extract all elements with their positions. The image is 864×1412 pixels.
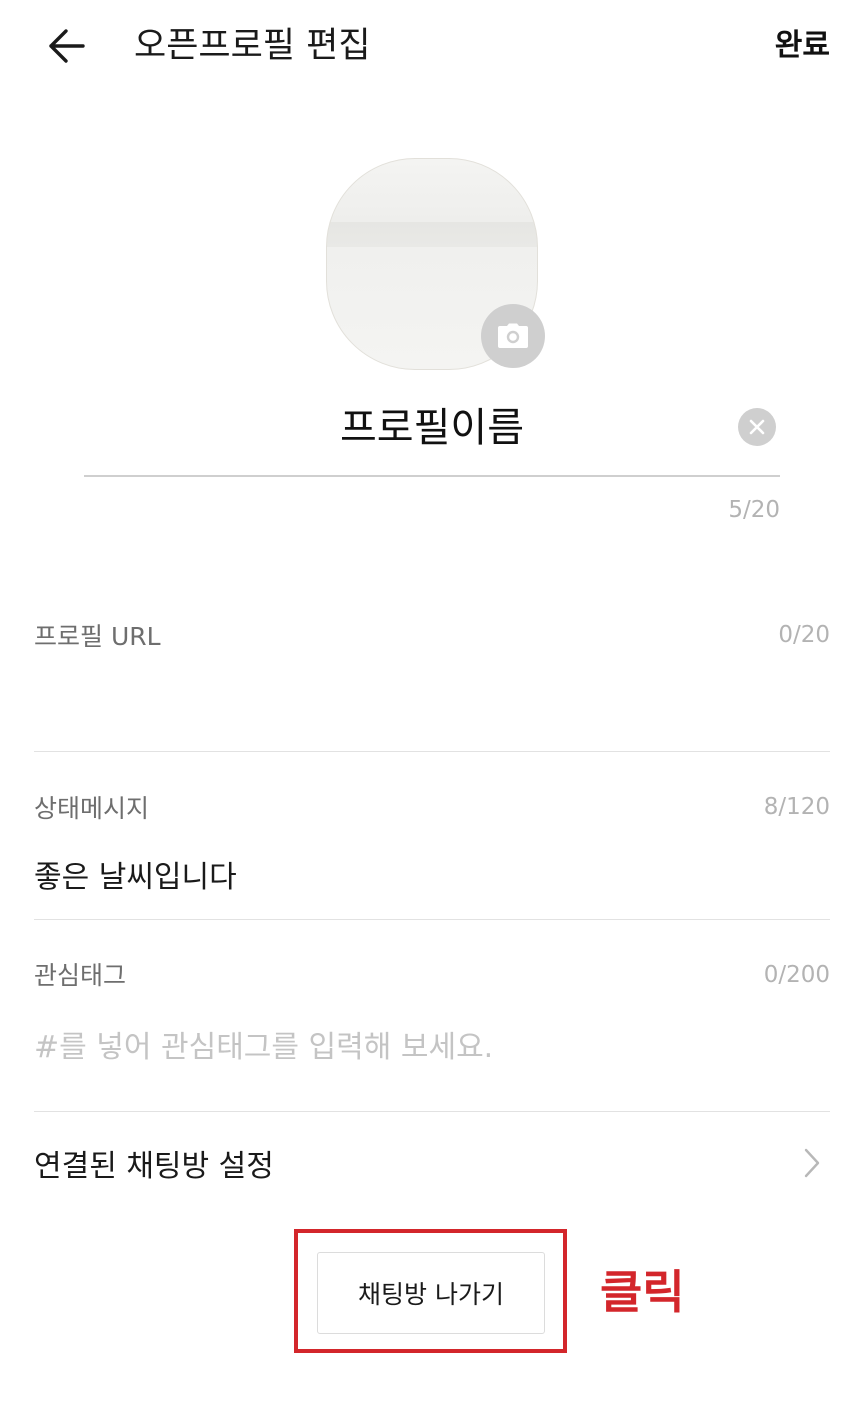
linked-chat-settings-label: 연결된 채팅방 설정 (34, 1149, 274, 1184)
close-icon (749, 419, 765, 435)
profile-name-input[interactable]: 프로필이름 (84, 398, 780, 458)
status-message-counter: 8/120 (763, 794, 830, 820)
click-annotation: 클릭 (600, 1265, 685, 1319)
leave-chat-button[interactable]: 채팅방 나가기 (317, 1252, 545, 1334)
divider (34, 919, 830, 920)
camera-icon (498, 323, 528, 348)
done-button[interactable]: 완료 (775, 22, 830, 70)
divider (34, 1111, 830, 1112)
interest-tags-counter: 0/200 (763, 962, 830, 988)
name-char-counter: 5/20 (728, 497, 780, 523)
chevron-right-icon (804, 1148, 820, 1178)
profile-url-label: 프로필 URL (34, 622, 161, 651)
status-message-input[interactable]: 좋은 날씨입니다 (34, 856, 237, 900)
status-message-label: 상태메시지 (34, 794, 150, 823)
change-photo-button[interactable] (481, 304, 545, 368)
divider (34, 751, 830, 752)
profile-url-counter: 0/20 (778, 622, 830, 648)
page-title: 오픈프로필 편집 (134, 26, 371, 66)
interest-tags-input[interactable]: #를 넣어 관심태그를 입력해 보세요. (34, 1026, 493, 1070)
back-button[interactable] (40, 22, 92, 70)
linked-chat-settings-row[interactable]: 연결된 채팅방 설정 (34, 1135, 830, 1191)
arrow-left-icon (49, 29, 85, 63)
profile-url-input[interactable] (34, 670, 830, 740)
name-underline (84, 475, 780, 477)
interest-tags-label: 관심태그 (34, 961, 127, 990)
clear-name-button[interactable] (738, 408, 776, 446)
